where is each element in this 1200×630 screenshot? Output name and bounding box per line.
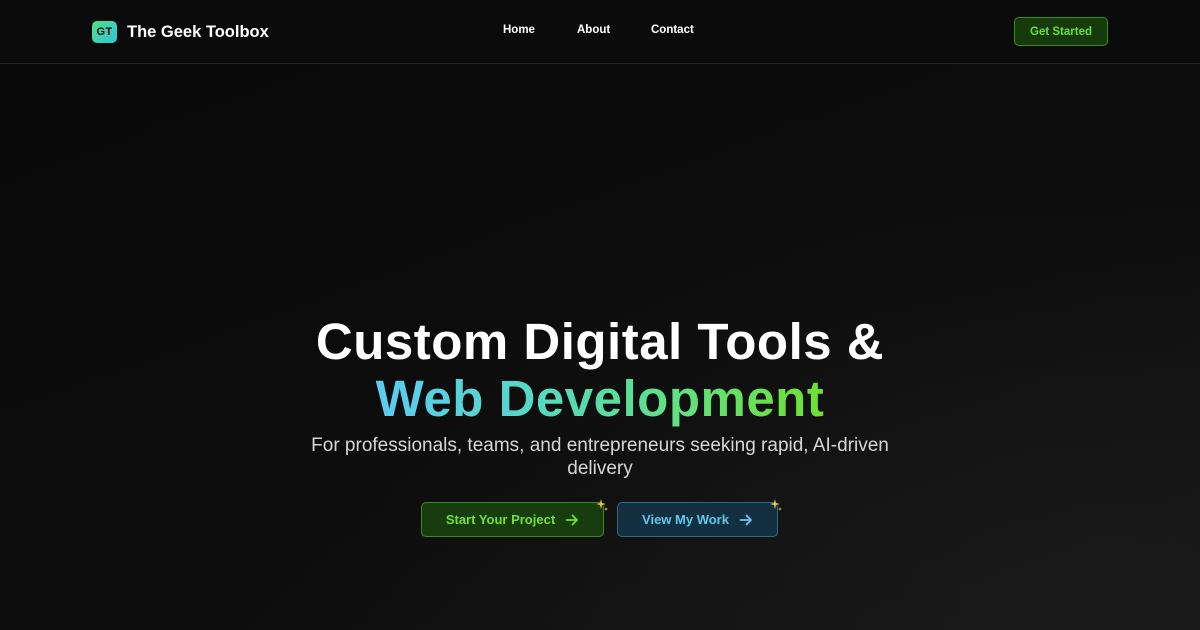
- arrow-right-icon: [739, 513, 753, 527]
- page-background: GT The Geek Toolbox Home About Contact G…: [0, 0, 1200, 630]
- hero-title-line1: Custom Digital Tools &: [315, 313, 885, 370]
- view-work-button[interactable]: View My Work: [617, 499, 782, 537]
- hero-title: Custom Digital Tools & Web Development: [0, 313, 1200, 427]
- nav-link-home[interactable]: Home: [503, 24, 535, 36]
- hero-title-line2: Web Development: [375, 370, 825, 427]
- get-started-button[interactable]: Get Started: [1014, 17, 1108, 46]
- brand-name: The Geek Toolbox: [127, 22, 269, 41]
- hero-subtitle: For professionals, teams, and entreprene…: [311, 435, 889, 479]
- logo-badge: GT: [92, 21, 117, 43]
- start-project-button[interactable]: Start Your Project: [421, 499, 608, 537]
- cta-row: Start Your Project View My Work: [421, 499, 782, 538]
- sparkle-icon: [595, 498, 609, 512]
- sparkle-icon: [769, 498, 783, 512]
- nav-link-about[interactable]: About: [577, 24, 610, 36]
- arrow-right-icon: [565, 513, 579, 527]
- view-work-label: View My Work: [642, 512, 729, 527]
- top-navbar: GT The Geek Toolbox Home About Contact G…: [0, 0, 1200, 64]
- nav-link-contact[interactable]: Contact: [651, 24, 694, 36]
- start-project-label: Start Your Project: [445, 512, 556, 527]
- brand[interactable]: GT The Geek Toolbox: [92, 20, 269, 44]
